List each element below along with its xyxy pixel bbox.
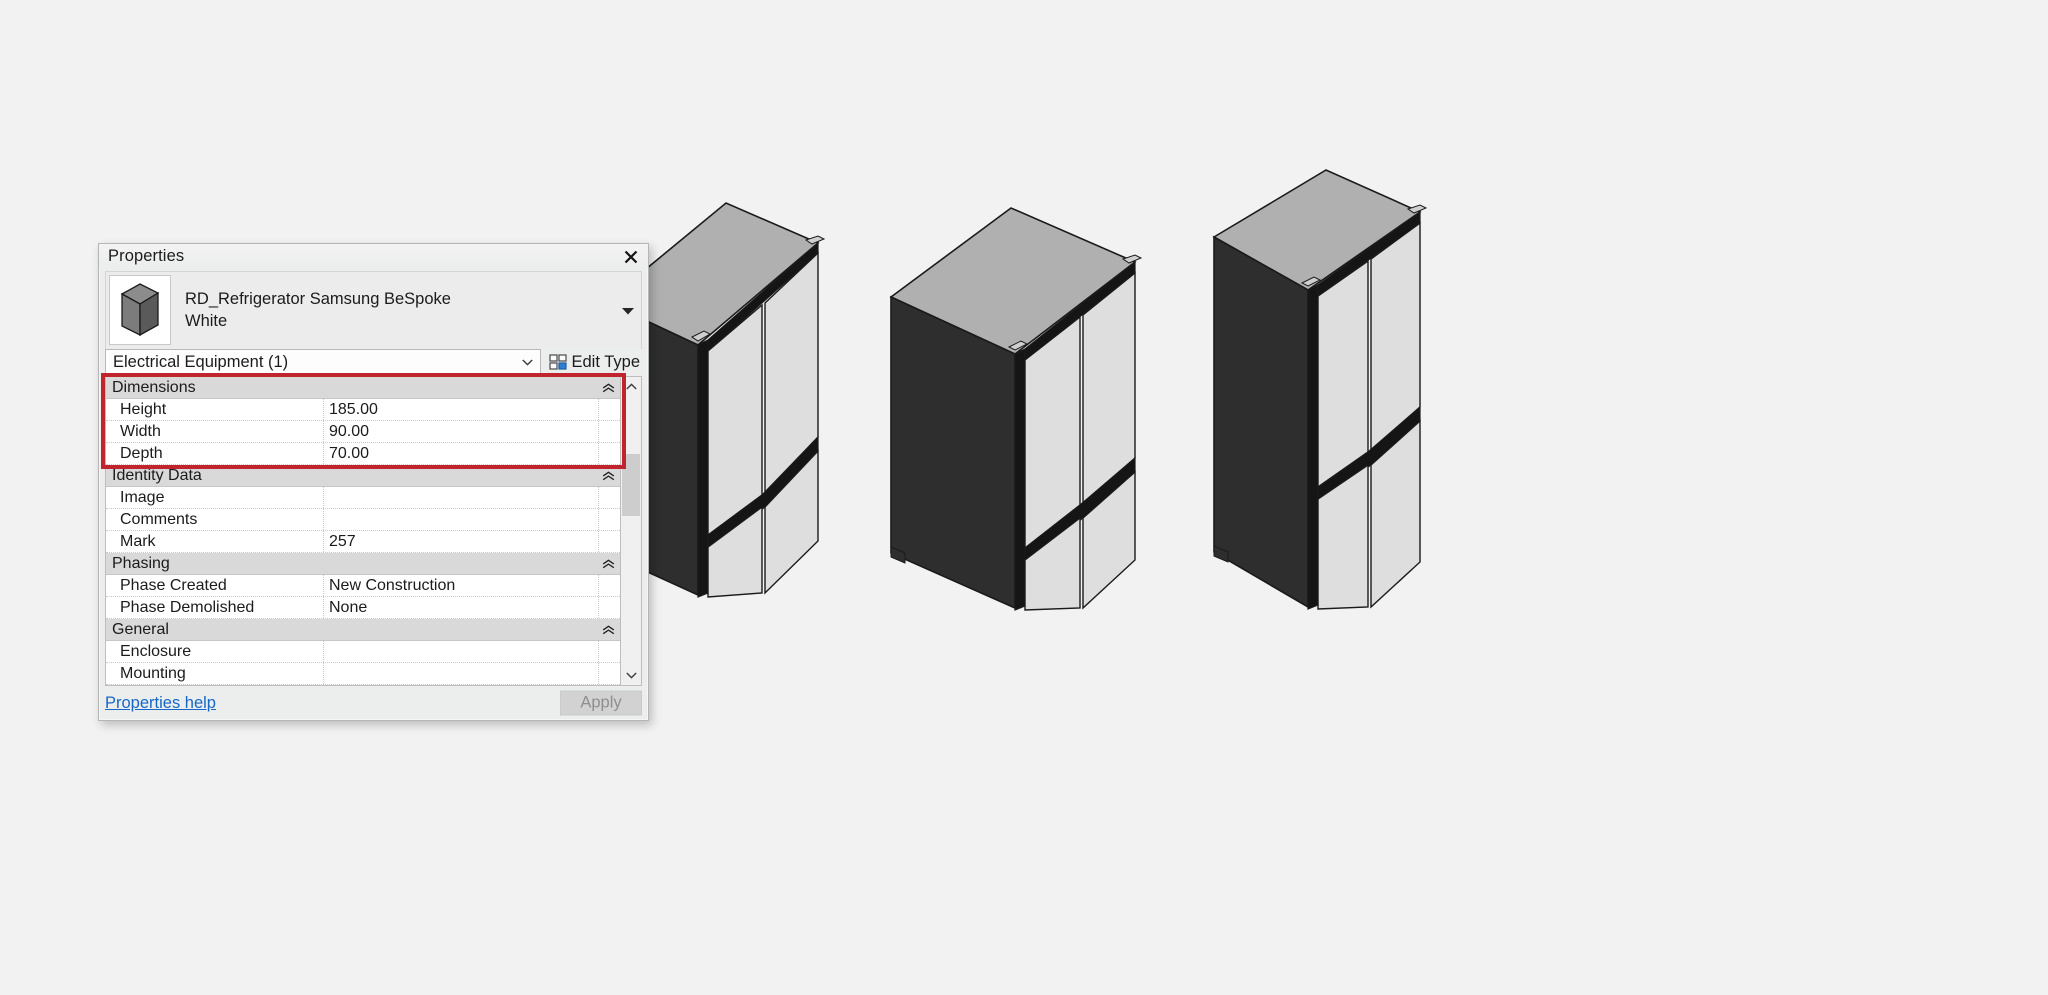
property-grid-wrap: Dimensions Height 185.00 Width 90.00 Depth 70.… (101, 373, 642, 686)
edit-type-button[interactable]: Edit Type (541, 349, 643, 375)
property-group-header[interactable]: Dimensions (106, 377, 620, 399)
property-grid[interactable]: Dimensions Height 185.00 Width 90.00 Depth 70.… (105, 376, 620, 686)
property-row-gutter (598, 597, 620, 618)
property-value[interactable]: 185.00 (324, 399, 598, 420)
double-chevron-up-icon[interactable] (602, 559, 615, 568)
refrigerator-model-3[interactable] (1208, 162, 1498, 622)
scrollbar-track[interactable] (621, 396, 641, 666)
property-row[interactable]: Width 90.00 (106, 421, 620, 443)
property-row-gutter (598, 487, 620, 508)
property-row-gutter (598, 443, 620, 464)
property-name: Depth (106, 443, 324, 464)
property-name: Mounting (106, 663, 324, 684)
property-value[interactable] (324, 487, 598, 508)
property-name: Image (106, 487, 324, 508)
type-name: White (185, 311, 228, 330)
property-row[interactable]: Depth 70.00 (106, 443, 620, 465)
chevron-up-icon[interactable] (621, 377, 641, 396)
close-icon[interactable] (620, 246, 642, 268)
double-chevron-up-icon[interactable] (602, 471, 615, 480)
property-row[interactable]: Enclosure (106, 641, 620, 663)
property-row-gutter (598, 575, 620, 596)
property-group-label: Dimensions (112, 378, 196, 396)
property-row[interactable]: Comments (106, 509, 620, 531)
property-name: Mark (106, 531, 324, 552)
property-name: Phase Created (106, 575, 324, 596)
properties-palette[interactable]: Properties RD_Refrigerator Samsung BeSpo… (98, 243, 649, 721)
category-select[interactable]: Electrical Equipment (1) (105, 349, 541, 375)
type-selector-header[interactable]: RD_Refrigerator Samsung BeSpoke White (105, 271, 642, 349)
property-row-gutter (598, 509, 620, 530)
edit-type-label: Edit Type (571, 352, 641, 371)
property-name: Phase Demolished (106, 597, 324, 618)
double-chevron-up-icon[interactable] (602, 383, 615, 392)
property-group-header[interactable]: Identity Data (106, 465, 620, 487)
property-group-header[interactable]: General (106, 619, 620, 641)
refrigerator-model-2[interactable] (885, 200, 1185, 620)
property-name: Comments (106, 509, 324, 530)
property-name: Height (106, 399, 324, 420)
category-label: Electrical Equipment (1) (113, 352, 289, 371)
panel-title: Properties (108, 247, 185, 266)
property-value[interactable]: 70.00 (324, 443, 598, 464)
property-row-gutter (598, 663, 620, 684)
family-name: RD_Refrigerator Samsung BeSpoke (185, 290, 451, 309)
property-group-label: Identity Data (112, 466, 202, 484)
category-row[interactable]: Electrical Equipment (1) Edit Type (105, 349, 642, 375)
property-row[interactable]: Phase Created New Construction (106, 575, 620, 597)
property-value[interactable]: 90.00 (324, 421, 598, 442)
edit-type-grid-icon (548, 353, 567, 371)
property-row[interactable]: Mounting (106, 663, 620, 685)
property-row[interactable]: Height 185.00 (106, 399, 620, 421)
property-group-header[interactable]: Phasing (106, 553, 620, 575)
apply-button[interactable]: Apply (560, 690, 642, 716)
property-row-gutter (598, 421, 620, 442)
property-row[interactable]: Image (106, 487, 620, 509)
property-value[interactable] (324, 509, 598, 530)
property-row[interactable]: Mark 257 (106, 531, 620, 553)
property-name: Width (106, 421, 324, 442)
box-preview-icon (109, 275, 171, 345)
property-row-gutter (598, 641, 620, 662)
property-row-gutter (598, 399, 620, 420)
property-value[interactable] (324, 641, 598, 662)
property-value[interactable]: None (324, 597, 598, 618)
property-value[interactable] (324, 663, 598, 684)
property-group-label: General (112, 620, 169, 638)
property-name: Enclosure (106, 641, 324, 662)
property-row[interactable]: Phase Demolished None (106, 597, 620, 619)
property-value[interactable]: New Construction (324, 575, 598, 596)
type-labels: RD_Refrigerator Samsung BeSpoke White (171, 272, 615, 349)
chevron-down-icon[interactable] (615, 272, 641, 349)
property-row-gutter (598, 531, 620, 552)
property-value[interactable]: 257 (324, 531, 598, 552)
chevron-down-icon[interactable] (520, 358, 536, 366)
scrollbar-thumb[interactable] (622, 454, 640, 516)
panel-footer: Properties help Apply (99, 686, 648, 720)
double-chevron-up-icon[interactable] (602, 625, 615, 634)
property-grid-scrollbar[interactable] (620, 376, 642, 686)
property-group-label: Phasing (112, 554, 170, 572)
panel-titlebar[interactable]: Properties (99, 244, 648, 269)
chevron-down-icon[interactable] (621, 666, 641, 685)
properties-help-link[interactable]: Properties help (105, 694, 216, 713)
